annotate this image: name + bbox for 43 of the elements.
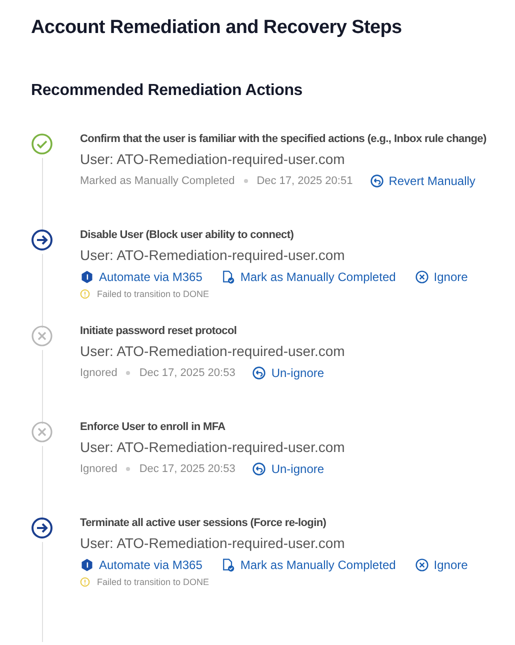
step-title: Confirm that the user is familiar with the specified actions (e.g., Inbox rule change)	[80, 133, 488, 145]
timestamp: Dec 17, 2025 20:51	[256, 175, 353, 187]
manual-link[interactable]: Mark as Manually Completed	[221, 270, 396, 284]
hexagon-icon	[80, 558, 94, 572]
step-title: Initiate password reset protocol	[80, 325, 238, 337]
undo-icon	[252, 366, 266, 380]
timestamp: Dec 17, 2025 20:53	[139, 463, 236, 475]
user-label: User: ATO-Remediation-required-user.com	[80, 151, 346, 167]
undo-icon	[252, 462, 266, 476]
step-title: Terminate all active user sessions (Force re-login)	[80, 517, 328, 529]
user-label: User: ATO-Remediation-required-user.com	[80, 247, 346, 263]
separator-dot	[126, 467, 130, 471]
revert-link[interactable]: Un-ignore	[252, 366, 324, 380]
warning-text: Failed to transition to DONE	[97, 289, 210, 299]
step-title: Enforce User to enroll in MFA	[80, 421, 226, 433]
separator-dot	[126, 371, 130, 375]
section-heading: Recommended Remediation Actions	[31, 82, 304, 100]
hexagon-icon	[80, 270, 94, 284]
automate-link[interactable]: Automate via M365	[80, 558, 202, 572]
step-title: Disable User (Block user ability to connect)	[80, 229, 295, 241]
ignore-link[interactable]: Ignore	[414, 270, 468, 284]
automate-link[interactable]: Automate via M365	[80, 270, 202, 284]
cross-circle-icon	[414, 558, 429, 572]
revert-link[interactable]: Un-ignore	[252, 462, 324, 476]
info-icon	[80, 577, 90, 587]
revert-link[interactable]: Revert Manually	[370, 174, 476, 188]
timestamp: Dec 17, 2025 20:53	[139, 367, 236, 379]
page-title: Account Remediation and Recovery Steps	[31, 17, 403, 39]
user-label: User: ATO-Remediation-required-user.com	[80, 343, 346, 359]
separator-dot	[244, 179, 248, 183]
undo-icon	[370, 174, 384, 188]
info-icon	[80, 289, 90, 299]
user-label: User: ATO-Remediation-required-user.com	[80, 439, 346, 455]
manual-link[interactable]: Mark as Manually Completed	[221, 558, 396, 572]
status-text: Marked as Manually Completed	[80, 175, 235, 187]
document-check-icon	[221, 558, 236, 572]
ignore-link[interactable]: Ignore	[414, 558, 468, 572]
warning-text: Failed to transition to DONE	[97, 577, 210, 587]
document-check-icon	[221, 270, 236, 284]
status-text: Ignored	[80, 463, 118, 475]
user-label: User: ATO-Remediation-required-user.com	[80, 535, 346, 551]
status-text: Ignored	[80, 367, 118, 379]
cross-circle-icon	[414, 270, 429, 284]
